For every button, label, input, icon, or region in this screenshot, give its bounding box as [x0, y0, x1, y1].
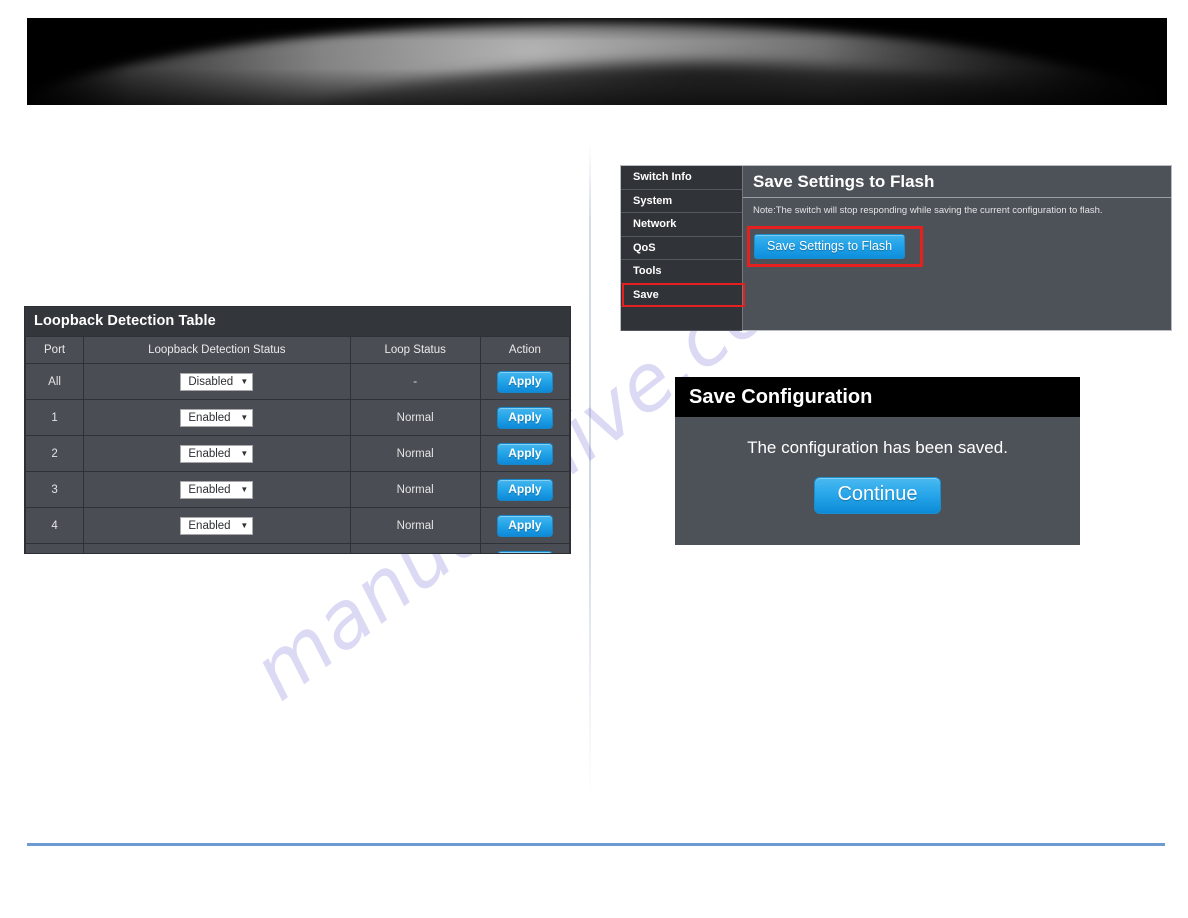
table-row: 2 Enabled ▼ Normal Apply: [25, 435, 570, 472]
flash-panel-title: Save Settings to Flash: [743, 166, 1171, 198]
apply-button[interactable]: Apply: [497, 442, 553, 465]
apply-button[interactable]: Apply: [497, 406, 553, 429]
continue-button[interactable]: Continue: [814, 477, 941, 514]
sidebar-item-system[interactable]: System: [621, 189, 742, 213]
cell-action: Apply: [479, 471, 570, 508]
cell-action: Apply: [479, 507, 570, 544]
loopback-detection-panel: Loopback Detection Table Port Loopback D…: [24, 306, 571, 554]
apply-button[interactable]: Apply: [497, 514, 553, 537]
page-header-banner: [27, 18, 1167, 105]
table-row: 1 Enabled ▼ Normal Apply: [25, 399, 570, 436]
cell-loop-status: Normal: [349, 399, 481, 436]
cell-action: Apply: [479, 435, 570, 472]
table-row: 4 Enabled ▼ Normal Apply: [25, 507, 570, 544]
cell-port: All: [25, 363, 85, 400]
cell-loop-status: Normal: [349, 435, 481, 472]
cell-action: Apply: [479, 399, 570, 436]
footer-divider: [27, 843, 1165, 846]
table-row: All Disabled ▼ - Apply: [25, 363, 570, 400]
save-settings-highlight-box: Save Settings to Flash: [747, 226, 924, 267]
cell-action: Apply: [479, 543, 570, 553]
chevron-down-icon: ▼: [240, 448, 249, 458]
cell-port: 1: [25, 399, 85, 436]
sidebar-item-label: Save: [633, 288, 659, 301]
sidebar-item-label: Network: [633, 218, 677, 230]
cell-loop-status: -: [349, 363, 481, 400]
loopback-status-select[interactable]: Enabled▼: [180, 480, 254, 499]
cell-port: 2: [25, 435, 85, 472]
loopback-status-select[interactable]: Enabled▼: [180, 444, 254, 463]
flash-panel-body: Save Settings to Flash Note:The switch w…: [743, 166, 1171, 330]
loopback-panel-title: Loopback Detection Table: [25, 307, 570, 336]
cell-port: 4: [25, 507, 85, 544]
apply-button[interactable]: Apply: [497, 550, 553, 553]
cell-status: Enabled▼: [83, 507, 351, 544]
chevron-down-icon: ▼: [240, 520, 249, 530]
sidebar-item-network[interactable]: Network: [621, 213, 742, 237]
sidebar-item-qos[interactable]: QoS: [621, 236, 742, 260]
sidebar-item-label: QoS: [633, 241, 656, 254]
dialog-message: The configuration has been saved.: [747, 438, 1008, 457]
loopback-detection-table: Port Loopback Detection Status Loop Stat…: [25, 336, 570, 553]
sidebar-item-label: Tools: [633, 265, 662, 277]
cell-status: Enabled▼: [83, 471, 351, 508]
sidebar-item-label: Switch Info: [633, 171, 692, 183]
cell-status: Enabled▼: [83, 543, 351, 553]
column-header-action: Action: [479, 336, 570, 364]
cell-loop-status: Normal: [349, 507, 481, 544]
cell-loop-status: Normal: [349, 543, 481, 553]
table-row: 5 Enabled▼ Normal Apply: [25, 543, 570, 553]
cell-port: 3: [25, 471, 85, 508]
column-header-loop: Loop Status: [349, 336, 481, 364]
flash-panel-note: Note:The switch will stop responding whi…: [753, 205, 1103, 216]
loopback-status-select[interactable]: Enabled▼: [180, 408, 254, 427]
apply-button[interactable]: Apply: [497, 478, 553, 501]
column-header-port: Port: [25, 336, 85, 364]
sidebar-item-tools[interactable]: Tools: [621, 260, 742, 284]
chevron-down-icon: ▼: [240, 412, 249, 422]
sidebar-item-switch-info[interactable]: Switch Info: [621, 166, 742, 190]
chevron-down-icon: ▼: [240, 376, 249, 386]
save-settings-to-flash-panel: Switch Info System Network QoS Tools Sav…: [620, 165, 1172, 331]
chevron-down-icon: ▼: [240, 484, 249, 494]
loopback-status-select[interactable]: Disabled ▼: [180, 372, 254, 391]
table-row: 3 Enabled ▼ Normal Apply: [25, 471, 570, 508]
loopback-status-select[interactable]: Enabled▼: [180, 552, 254, 553]
cell-status: Enabled▼: [83, 435, 351, 472]
loopback-status-select[interactable]: Enabled▼: [180, 516, 254, 535]
cell-action: Apply: [479, 363, 570, 400]
dialog-title: Save Configuration: [675, 377, 1080, 417]
switch-sidebar-menu: Switch Info System Network QoS Tools Sav…: [621, 166, 745, 331]
save-settings-to-flash-button[interactable]: Save Settings to Flash: [754, 234, 906, 259]
dialog-button-row: Continue: [675, 458, 1080, 514]
sidebar-item-empty: [621, 307, 742, 331]
cell-port: 5: [25, 543, 85, 553]
sidebar-item-label: System: [633, 194, 673, 207]
cell-status: Disabled ▼: [83, 363, 351, 400]
table-header-row: Port Loopback Detection Status Loop Stat…: [25, 336, 570, 364]
sidebar-item-save[interactable]: Save: [621, 282, 745, 307]
column-header-status: Loopback Detection Status: [83, 336, 351, 364]
cell-status: Enabled▼: [83, 399, 351, 436]
save-configuration-dialog: Save Configuration The configuration has…: [675, 377, 1080, 545]
banner-vignette-decoration: [27, 18, 1167, 105]
column-divider: [589, 143, 591, 795]
cell-loop-status: Normal: [349, 471, 481, 508]
apply-button[interactable]: Apply: [497, 370, 553, 393]
